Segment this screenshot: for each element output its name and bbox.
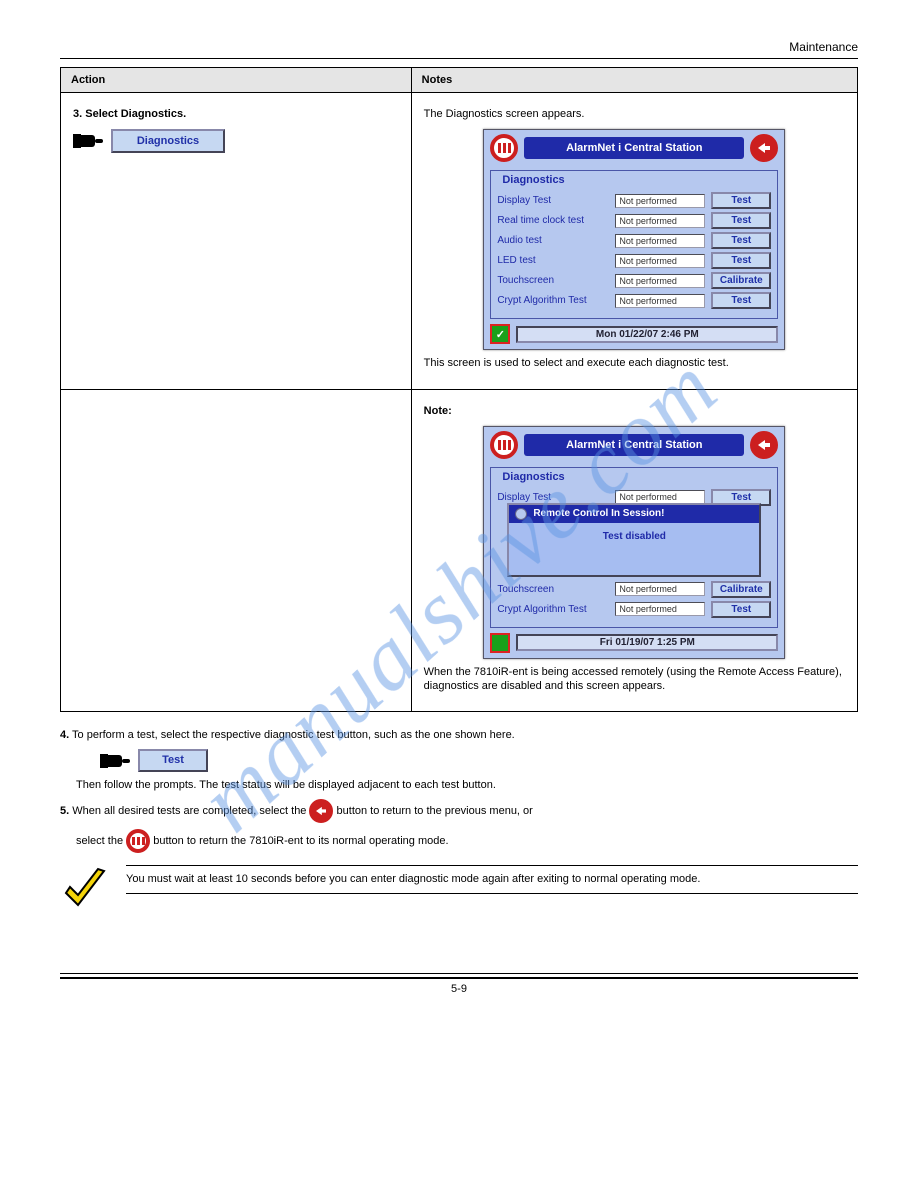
step-5-part3: select the <box>76 835 126 847</box>
step-4-num: 4. <box>60 729 69 741</box>
step-5-part1: When all desired tests are completed, se… <box>72 805 309 817</box>
remote-session-popup: Remote Control In Session! Test disabled <box>507 503 761 577</box>
diagnostics-group: Diagnostics Display Test Not performed T… <box>490 170 778 319</box>
diag-row: Display Test Not performed Test <box>497 192 771 209</box>
page-number: 5-9 <box>60 983 858 995</box>
test-button[interactable]: Test <box>711 292 771 309</box>
step-3-text: 3. Select Diagnostics. <box>73 107 399 121</box>
info-icon <box>515 508 527 520</box>
status-bar: Fri 01/19/07 1:25 PM <box>484 630 784 658</box>
header-rule <box>60 58 858 59</box>
press-diagnostics-row: Diagnostics <box>73 129 399 153</box>
test-button[interactable]: Test <box>711 192 771 209</box>
home-icon[interactable] <box>490 134 518 162</box>
diagnostics-group: Diagnostics Display Test Not performed T… <box>490 467 778 628</box>
back-icon[interactable] <box>309 799 333 823</box>
step-4-text: To perform a test, select the respective… <box>72 729 515 741</box>
diag-row: Real time clock test Not performed Test <box>497 212 771 229</box>
home-icon[interactable] <box>490 431 518 459</box>
note-text-2: This screen is used to select and execut… <box>424 356 845 370</box>
back-icon[interactable] <box>750 431 778 459</box>
note-label: Note: <box>424 404 845 418</box>
popup-title-text: Remote Control In Session! <box>533 508 664 519</box>
status-date: Fri 01/19/07 1:25 PM <box>516 634 778 651</box>
test-button[interactable]: Test <box>711 601 771 618</box>
post-table-section: 4. To perform a test, select the respect… <box>60 728 858 913</box>
steps-table: Action Notes 3. Select Diagnostics. Diag… <box>60 67 858 712</box>
page-footer: 5-9 <box>60 973 858 995</box>
status-bar: ✓ Mon 01/22/07 2:46 PM <box>484 321 784 349</box>
test-button[interactable]: Test <box>711 232 771 249</box>
back-icon[interactable] <box>750 134 778 162</box>
diag-row: Audio test Not performed Test <box>497 232 771 249</box>
calibrate-button[interactable]: Calibrate <box>711 581 771 598</box>
col-action: Action <box>61 68 412 93</box>
app-panel-remote: AlarmNet i Central Station Diagnostics D… <box>483 426 785 659</box>
diag-row: Touchscreen Not performed Calibrate <box>497 581 771 598</box>
app-title: AlarmNet i Central Station <box>524 434 744 456</box>
note-text: You must wait at least 10 seconds before… <box>126 872 858 887</box>
status-date: Mon 01/22/07 2:46 PM <box>516 326 778 343</box>
step-5-num: 5. <box>60 805 69 817</box>
diag-row: Crypt Algorithm Test Not performed Test <box>497 292 771 309</box>
col-notes: Notes <box>411 68 857 93</box>
test-button[interactable]: Test <box>711 212 771 229</box>
diag-row: LED test Not performed Test <box>497 252 771 269</box>
note-remote-text: When the 7810iR-ent is being accessed re… <box>424 665 845 694</box>
pointing-hand-icon <box>73 132 103 150</box>
test-button[interactable]: Test <box>711 252 771 269</box>
diag-row: Touchscreen Not performed Calibrate <box>497 272 771 289</box>
group-title: Diagnostics <box>499 471 567 483</box>
popup-body: Test disabled <box>509 523 759 575</box>
pointing-hand-icon <box>100 752 130 770</box>
step-5-part4: button to return the 7810iR-ent to its n… <box>153 835 448 847</box>
app-panel-diagnostics: AlarmNet i Central Station Diagnostics D… <box>483 129 785 350</box>
press-test-row: Test <box>100 749 858 772</box>
note-row: You must wait at least 10 seconds before… <box>60 865 858 913</box>
calibrate-button[interactable]: Calibrate <box>711 272 771 289</box>
home-icon[interactable] <box>126 829 150 853</box>
note-text: The Diagnostics screen appears. <box>424 107 845 121</box>
app-title: AlarmNet i Central Station <box>524 137 744 159</box>
status-ok-icon: ✓ <box>490 324 510 344</box>
step-5-part2: button to return to the previous menu, o… <box>337 805 533 817</box>
page-header-right: Maintenance <box>60 40 858 54</box>
checkmark-icon <box>60 865 108 913</box>
step-4-cont: Then follow the prompts. The test status… <box>76 778 858 793</box>
table-row: Note: AlarmNet i Central Station Diagnos… <box>61 389 858 712</box>
diagnostics-button[interactable]: Diagnostics <box>111 129 225 153</box>
diag-row: Crypt Algorithm Test Not performed Test <box>497 601 771 618</box>
status-ok-icon <box>490 633 510 653</box>
test-button[interactable]: Test <box>138 749 208 772</box>
group-title: Diagnostics <box>499 174 567 186</box>
table-row: 3. Select Diagnostics. Diagnostics The D… <box>61 93 858 390</box>
